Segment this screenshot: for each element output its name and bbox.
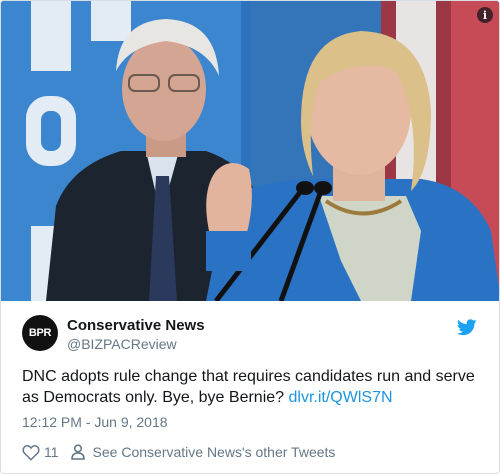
like-button[interactable]: 11 xyxy=(22,444,59,461)
twitter-bird-icon[interactable] xyxy=(457,319,477,336)
tweet-card: i BPR Conservative News @BIZPACReview DN… xyxy=(0,0,500,474)
avatar[interactable]: BPR xyxy=(22,315,58,351)
other-tweets-link[interactable]: See Conservative News's other Tweets xyxy=(70,444,336,460)
timestamp[interactable]: 12:12 PM - Jun 9, 2018 xyxy=(22,414,168,430)
info-icon[interactable]: i xyxy=(477,7,493,23)
tweet-actions: 11 See Conservative News's other Tweets xyxy=(22,442,335,462)
other-tweets-label: See Conservative News's other Tweets xyxy=(92,444,336,460)
tweet-body: DNC adopts rule change that requires can… xyxy=(22,368,475,406)
photo-illustration xyxy=(1,1,499,301)
person-icon xyxy=(70,444,85,460)
like-count: 11 xyxy=(44,444,59,460)
user-handle[interactable]: @BIZPACReview xyxy=(67,336,177,352)
heart-icon xyxy=(22,444,40,461)
tweet-text: DNC adopts rule change that requires can… xyxy=(22,366,482,408)
tweet-link[interactable]: dlvr.it/QWlS7N xyxy=(289,389,393,406)
tweet-photo[interactable]: i xyxy=(1,1,499,301)
display-name[interactable]: Conservative News xyxy=(67,317,205,334)
